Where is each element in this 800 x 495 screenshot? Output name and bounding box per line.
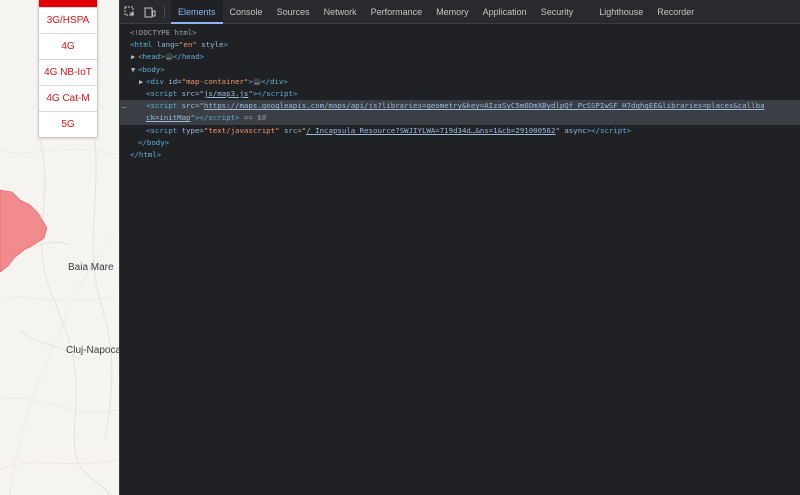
head-tag-name: head bbox=[142, 52, 161, 62]
tab-performance[interactable]: Performance bbox=[364, 0, 430, 23]
html-lang-attr: lang bbox=[156, 40, 175, 50]
dom-node-doctype[interactable]: <!DOCTYPE html> bbox=[120, 27, 800, 39]
script-src-link[interactable]: /_Incapsula_Resource?SWJIYLWA=719d34d…&n… bbox=[306, 126, 555, 135]
active-network-indicator bbox=[39, 0, 97, 7]
dom-node-body-close[interactable]: </body> bbox=[120, 137, 800, 149]
html-tag-name: html bbox=[134, 40, 153, 50]
dom-node-html-close[interactable]: </html> bbox=[120, 149, 800, 161]
dom-node-body[interactable]: ▼ <body> bbox=[120, 64, 800, 76]
tab-network[interactable]: Network bbox=[317, 0, 364, 23]
network-item-3g-hspa[interactable]: 3G/HSPA bbox=[39, 7, 97, 33]
toolbar-divider bbox=[164, 5, 165, 18]
network-item-4g-cat-m[interactable]: 4G Cat-M bbox=[39, 85, 97, 111]
script-src-link[interactable]: https://maps.googleapis.com/maps/api/js?… bbox=[204, 101, 765, 110]
html-lang-value: "en" bbox=[178, 40, 197, 50]
network-item-5g[interactable]: 5G bbox=[39, 111, 97, 137]
tab-lighthouse[interactable]: Lighthouse bbox=[592, 0, 650, 23]
tab-security[interactable]: Security bbox=[534, 0, 581, 23]
body-tag-name: body bbox=[142, 64, 161, 74]
tab-recorder[interactable]: Recorder bbox=[650, 0, 701, 23]
more-options-icon[interactable]: … bbox=[122, 100, 126, 112]
tab-console[interactable]: Console bbox=[223, 0, 270, 23]
expand-triangle-icon[interactable]: ▶ bbox=[139, 76, 143, 88]
dom-node-head[interactable]: ▶ <head>… </head> bbox=[120, 51, 800, 63]
dom-node-script-google-maps-cont[interactable]: ck=initMap"></script> == $0 bbox=[120, 112, 800, 125]
dom-node-script-incapsula[interactable]: <script type="text/javascript" src="/_In… bbox=[120, 125, 800, 137]
collapse-triangle-icon[interactable]: ▼ bbox=[131, 64, 135, 76]
city-label-cluj-napoca: Cluj-Napoca bbox=[66, 345, 119, 356]
tab-application[interactable]: Application bbox=[476, 0, 534, 23]
devtools-toolbar: Elements Console Sources Network Perform… bbox=[120, 0, 800, 24]
dom-node-script-google-maps[interactable]: … <script src="https://maps.googleapis.c… bbox=[120, 100, 800, 113]
devtools-panel: Elements Console Sources Network Perform… bbox=[119, 0, 800, 495]
dom-node-map-container[interactable]: ▶ <div id="map-container">… </div> bbox=[120, 76, 800, 88]
inspect-element-icon[interactable] bbox=[120, 0, 140, 23]
device-toolbar-icon[interactable] bbox=[140, 0, 160, 23]
tab-sources[interactable]: Sources bbox=[270, 0, 317, 23]
selected-node-marker: == $0 bbox=[243, 113, 267, 123]
expand-triangle-icon[interactable]: ▶ bbox=[131, 51, 135, 63]
collapsed-content-badge[interactable]: … bbox=[252, 77, 262, 86]
city-label-baia-mare: Baia Mare bbox=[68, 262, 114, 273]
div-id-value: "map-container" bbox=[181, 76, 249, 86]
map-page[interactable]: 3G/HSPA 4G 4G NB-IoT 4G Cat-M 5G Baia Ma… bbox=[0, 0, 119, 495]
script-src-link[interactable]: js/map3.js bbox=[204, 89, 249, 98]
coverage-area bbox=[0, 189, 48, 273]
dom-tree: <!DOCTYPE html> <html lang="en" style> ▶… bbox=[120, 24, 800, 161]
dom-node-html[interactable]: <html lang="en" style> bbox=[120, 39, 800, 51]
doctype-text: <!DOCTYPE html> bbox=[130, 28, 197, 37]
collapsed-content-badge[interactable]: … bbox=[164, 53, 173, 62]
div-tag-name: div bbox=[150, 76, 164, 86]
tab-memory[interactable]: Memory bbox=[429, 0, 476, 23]
tab-elements[interactable]: Elements bbox=[171, 0, 223, 24]
dom-node-script-map3[interactable]: <script src="js/map3.js"></script> bbox=[120, 88, 800, 100]
html-style-attr: style bbox=[201, 40, 224, 50]
network-item-4g-nb-iot[interactable]: 4G NB-IoT bbox=[39, 59, 97, 85]
div-id-attr: id bbox=[168, 76, 178, 86]
network-type-menu: 3G/HSPA 4G 4G NB-IoT 4G Cat-M 5G bbox=[38, 0, 98, 138]
network-item-4g[interactable]: 4G bbox=[39, 33, 97, 59]
